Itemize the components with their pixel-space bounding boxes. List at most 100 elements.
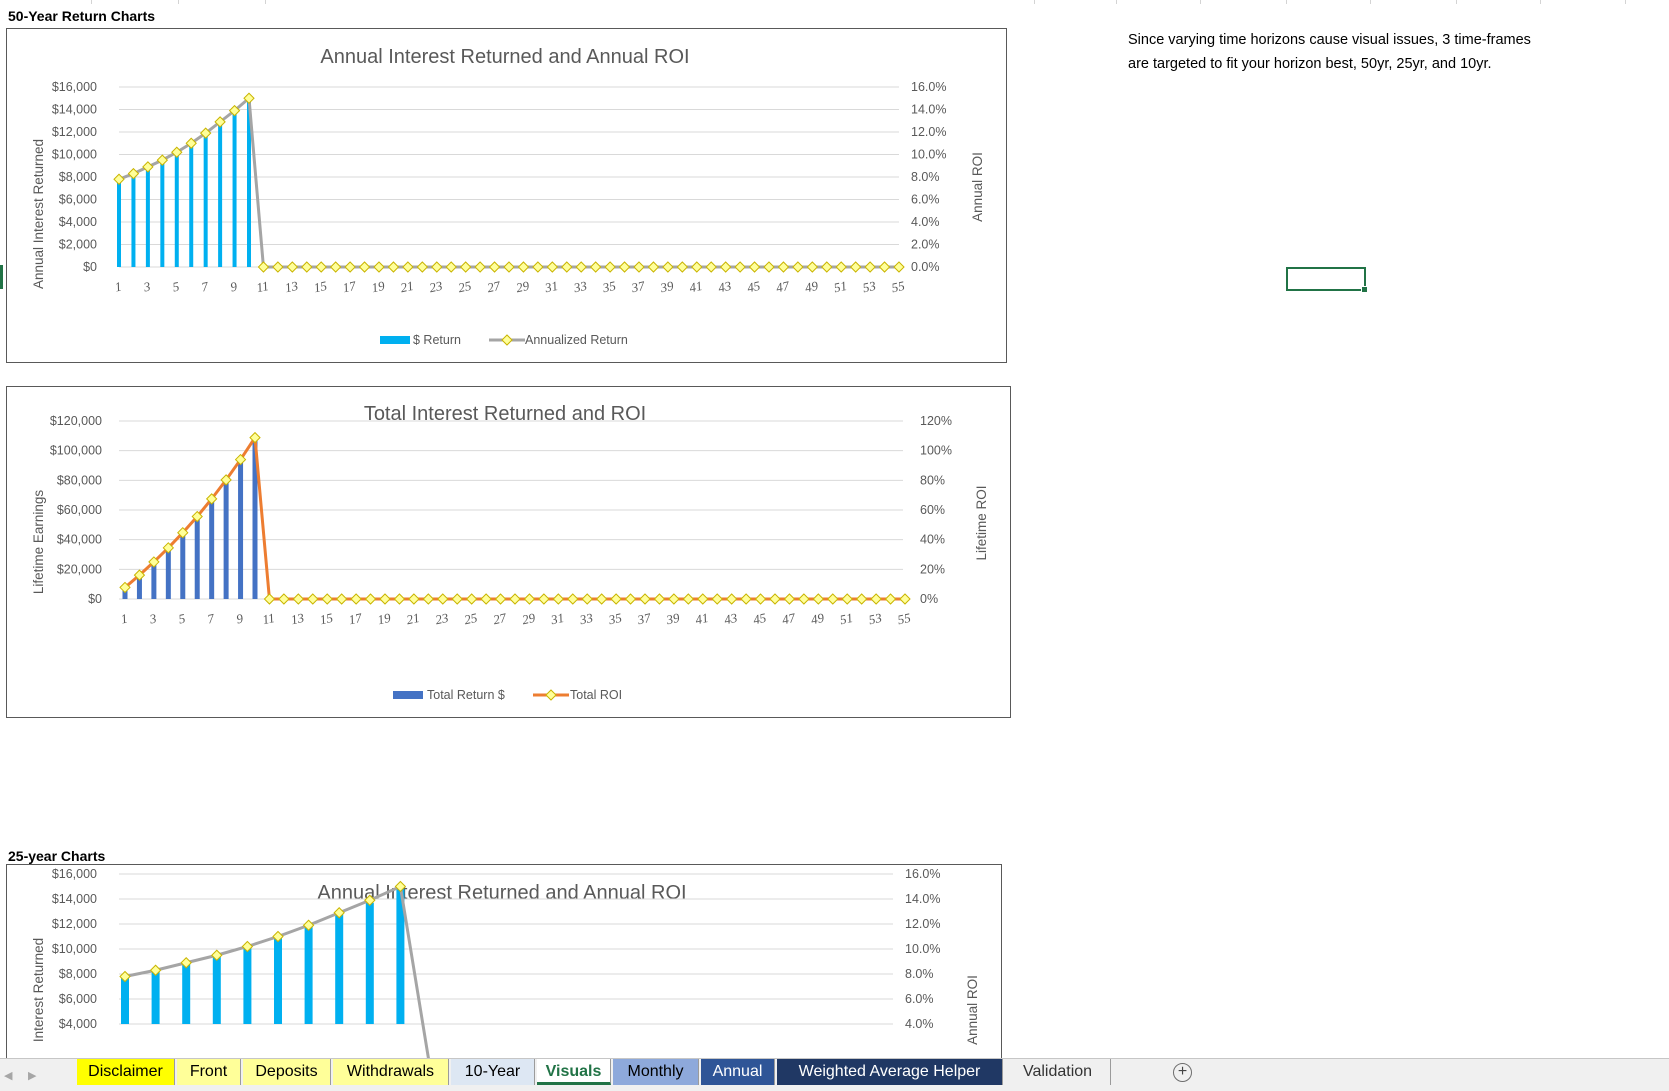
x-tick-label: 7 [200,278,210,294]
line-marker [321,593,333,605]
line-marker [509,593,521,605]
x-tick-label: 31 [543,278,560,296]
sheet-tab-weighted-average-helper[interactable]: Weighted Average Helper [777,1059,1003,1085]
line-marker [494,593,507,605]
x-tick-label: 17 [347,610,363,627]
chart-total-interest-50yr[interactable]: Total Interest Returned and ROI $120,000… [6,386,1011,718]
sheet-tab-front[interactable]: Front [177,1059,241,1085]
chart-annual-interest-25yr[interactable]: Annual Interest Returned and Annual ROI … [6,864,1002,1058]
line-marker [754,593,767,605]
line-marker [647,261,660,273]
y-tick-label: $8,000 [59,967,97,981]
bar [209,498,215,599]
x-tick-label: 51 [838,610,854,627]
y2-tick-label: 16.0% [905,867,940,881]
worksheet-area[interactable]: 50-Year Return Charts 25-year Charts Sin… [0,0,1669,1058]
x-tick-label: 15 [318,610,334,627]
y2-axis-title: Annual ROI [965,975,980,1045]
selected-cell[interactable] [1286,267,1368,293]
x-tick-label: 21 [405,610,421,627]
line-marker [422,593,435,605]
sheet-tab-disclaimer[interactable]: Disclaimer [77,1059,175,1085]
column-gridline [1286,0,1287,4]
y2-tick-label: 12.0% [905,917,940,931]
line-marker [344,261,356,273]
y-tick-label: $6,000 [59,992,97,1006]
chart-annual-interest-50yr[interactable]: Annual Interest Returned and Annual ROI … [6,28,1007,363]
line-marker [113,173,125,185]
add-sheet-icon[interactable]: + [1173,1063,1192,1082]
sheet-tab-deposits[interactable]: Deposits [243,1059,331,1085]
line-marker [798,593,810,605]
y-tick-label: $12,000 [52,917,97,931]
section-title-50yr: 50-Year Return Charts [8,8,156,24]
chart-svg: Total Interest Returned and ROI $120,000… [31,403,989,702]
legend-label: Annualized Return [525,333,628,347]
line-marker [618,261,631,273]
sheet-tab-10-year[interactable]: 10-Year [451,1059,535,1085]
legend-swatch-bar [380,336,410,344]
line-marker [763,261,775,273]
bar [218,123,223,267]
chart-svg: Annual Interest Returned and Annual ROI … [31,867,980,1058]
x-tick-label: 41 [688,278,704,295]
x-tick-label: 21 [399,278,415,295]
column-gridline [91,0,92,4]
column-gridline [1034,0,1035,4]
y-tick-label: $2,000 [59,238,97,252]
sheet-tab-withdrawals[interactable]: Withdrawals [333,1059,449,1085]
line-marker [595,593,608,605]
x-tick-label: 47 [775,278,791,295]
active-row-indicator [0,265,3,289]
y-tick-label: $16,000 [52,867,97,881]
line-marker [437,593,449,605]
bar [160,160,165,267]
scroll-left-icon[interactable]: ◀ [4,1069,12,1082]
line-marker [393,593,406,605]
column-gridline [1625,0,1626,4]
x-tick-label: 35 [600,278,617,296]
x-tick-label: 33 [577,610,594,628]
column-gridline [1200,0,1201,4]
fill-handle[interactable] [1361,286,1368,293]
y-axis-title: Interest Returned [31,938,46,1042]
x-tick-label: 37 [635,610,652,628]
bar [365,902,374,1024]
column-gridline [1540,0,1541,4]
y2-tick-label: 10.0% [911,148,946,162]
bar [304,925,313,1024]
line-marker [806,261,819,273]
line-marker [517,261,530,273]
bar [203,133,208,267]
line-marker [315,261,327,273]
x-tick-label: 43 [717,278,733,295]
x-tick-label: 39 [658,278,675,296]
x-tick-label: 13 [289,610,305,627]
section-title-25yr: 25-year Charts [8,848,106,864]
scroll-right-icon[interactable]: ▶ [28,1069,36,1082]
y2-tick-label: 10.0% [905,942,940,956]
sheet-tab-visuals[interactable]: Visuals [537,1059,611,1085]
sheet-tab-annual[interactable]: Annual [701,1059,775,1085]
info-note: Since varying time horizons cause visual… [1128,28,1608,76]
y2-axis-title: Lifetime ROI [974,485,989,560]
line-marker [581,593,593,605]
info-note-line: are targeted to fit your horizon best, 5… [1128,56,1492,72]
sheet-tab-monthly[interactable]: Monthly [613,1059,699,1085]
line-marker [488,261,501,273]
sheet-tab-validation[interactable]: Validation [1005,1059,1111,1085]
bar [335,914,344,1024]
line-marker [864,261,876,273]
column-gridline [265,0,266,4]
line-marker [682,593,695,605]
line-marker [546,261,559,273]
line-marker [748,261,761,273]
bar [174,152,179,267]
line-marker [263,593,276,605]
line-marker [719,261,732,273]
bar [274,937,282,1024]
legend-marker [545,689,557,701]
y-tick-label: $6,000 [59,193,97,207]
y2-tick-label: 4.0% [905,1017,934,1031]
line-marker [532,261,544,273]
